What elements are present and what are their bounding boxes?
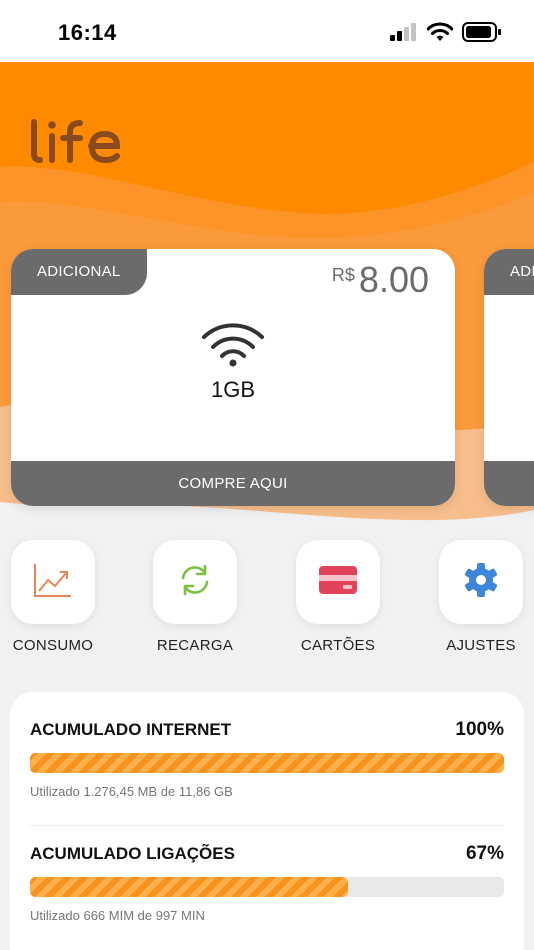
gear-icon [463, 562, 499, 603]
usage-internet[interactable]: ACUMULADO INTERNET 100% Utilizado 1.276,… [30, 719, 504, 799]
status-bar: 16:14 [0, 0, 534, 62]
offer-price: R$ 8.00 [332, 259, 429, 301]
action-label: RECARGA [156, 637, 234, 654]
wifi-status-icon [426, 22, 454, 47]
life-logo [28, 118, 124, 171]
usage-header: ACUMULADO LIGAÇÕES 67% [30, 843, 504, 865]
app-screen: 16:14 ADICIONAL R$ 8.00 1GB COMPRE AQUI … [0, 0, 534, 950]
offer-card[interactable]: ADICIONAL R$ 8.00 1GB COMPRE AQUI [11, 249, 455, 506]
usage-progress-track [30, 753, 504, 773]
action-consumo[interactable]: CONSUMO [0, 540, 113, 654]
usage-progress-fill [30, 877, 348, 897]
usage-percent: 100% [455, 719, 504, 740]
action-label: CONSUMO [12, 637, 94, 654]
wifi-icon [201, 323, 265, 372]
action-tile[interactable] [296, 540, 380, 624]
offer-tag: ADICIONAL [11, 249, 147, 295]
action-label: CARTÕES [300, 637, 376, 654]
price-currency: R$ [331, 265, 355, 285]
usage-title: ACUMULADO INTERNET [30, 720, 232, 739]
usage-note: Utilizado 1.276,45 MB de 11,86 GB [30, 784, 233, 799]
credit-card-icon [319, 565, 357, 599]
offer-tag-next: ADI [484, 249, 534, 295]
buy-here-button-next[interactable] [484, 461, 534, 506]
usage-panel: ACUMULADO INTERNET 100% Utilizado 1.276,… [10, 692, 524, 950]
status-icons [390, 22, 502, 47]
battery-icon [462, 22, 502, 47]
offer-amount: 1GB [210, 377, 256, 402]
action-tile[interactable] [439, 540, 523, 624]
usage-header: ACUMULADO INTERNET 100% [30, 719, 504, 741]
usage-calls[interactable]: ACUMULADO LIGAÇÕES 67% Utilizado 666 MIM… [30, 843, 504, 923]
usage-note: Utilizado 666 MIM de 997 MIN [30, 908, 205, 923]
usage-percent: 67% [465, 843, 504, 864]
usage-progress-fill [30, 753, 504, 773]
action-ajustes[interactable]: AJUSTES [421, 540, 534, 654]
action-recarga[interactable]: RECARGA [135, 540, 255, 654]
status-time: 16:14 [58, 20, 117, 45]
usage-title: ACUMULADO LIGAÇÕES [30, 844, 235, 863]
usage-progress-track [30, 877, 504, 897]
offer-card-next[interactable]: ADI [484, 249, 534, 506]
chart-trend-icon [33, 562, 73, 603]
action-cartoes[interactable]: CARTÕES [278, 540, 398, 654]
action-tile[interactable] [11, 540, 95, 624]
cellular-signal-icon [390, 23, 418, 46]
buy-here-button[interactable]: COMPRE AQUI [11, 461, 455, 506]
quick-actions: CONSUMO RECARGA CARTÕES AJUSTES [0, 540, 534, 670]
price-value: 8.00 [358, 259, 429, 300]
action-tile[interactable] [153, 540, 237, 624]
action-label: AJUSTES [446, 637, 516, 654]
usage-divider [30, 825, 504, 826]
refresh-icon [177, 564, 213, 601]
